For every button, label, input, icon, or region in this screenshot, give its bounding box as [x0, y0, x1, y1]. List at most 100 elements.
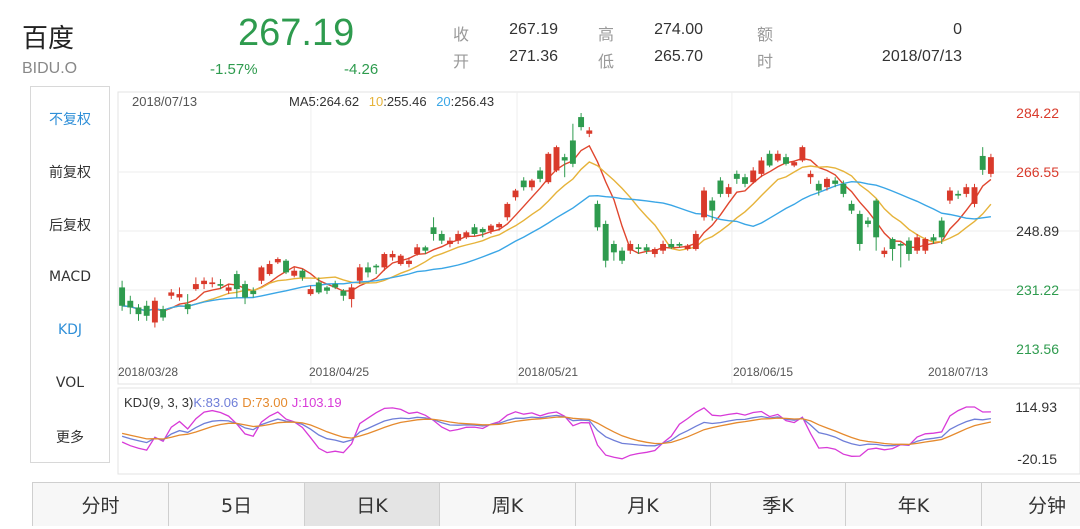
candle	[414, 243, 421, 256]
candle	[873, 198, 880, 251]
candle	[725, 183, 732, 198]
candle	[315, 277, 322, 295]
candle-body	[389, 254, 396, 258]
candle	[758, 157, 765, 178]
candle-body	[201, 280, 208, 285]
candle	[569, 123, 576, 168]
candle	[774, 150, 781, 163]
side-item-forward-adjust[interactable]: 前复权	[31, 162, 109, 182]
candle	[209, 277, 216, 288]
candle-body	[643, 247, 650, 251]
candle-body	[930, 237, 937, 241]
candle-body	[471, 227, 478, 234]
candle	[233, 270, 240, 298]
candle-body	[438, 233, 445, 241]
side-item-vol[interactable]: VOL	[31, 375, 109, 391]
candle-body	[660, 243, 667, 251]
candle	[979, 147, 986, 175]
side-item-kdj[interactable]: KDJ	[31, 322, 109, 338]
tab-5day[interactable]: 5日	[168, 483, 304, 526]
candle	[373, 264, 380, 275]
candle-body	[922, 238, 929, 251]
candle	[274, 257, 281, 265]
ma10-value: :255.46	[383, 94, 426, 109]
candle	[856, 210, 863, 251]
candle	[578, 113, 585, 131]
candle-body	[938, 220, 945, 238]
x-tick-label: 2018/04/25	[309, 365, 369, 379]
tab-weekly-k[interactable]: 周K	[439, 483, 575, 526]
y-tick-label: 284.22	[1016, 105, 1059, 121]
ma5-value: :264.62	[316, 94, 359, 109]
candle	[446, 237, 453, 248]
side-item-no-adjust[interactable]: 不复权	[31, 109, 109, 129]
candle-body	[750, 170, 757, 183]
candle-body	[824, 178, 830, 188]
candle-body	[848, 203, 855, 211]
candle	[365, 262, 371, 278]
candle	[610, 240, 617, 261]
side-item-more[interactable]: 更多	[31, 427, 109, 447]
candle	[520, 177, 527, 191]
candle-body	[856, 213, 863, 244]
candle-body	[709, 200, 716, 211]
candle-body	[865, 220, 871, 224]
side-item-backward-adjust[interactable]: 后复权	[31, 215, 109, 235]
candle-body	[307, 289, 314, 295]
ma-legend: MA5:264.62 10:255.46 20:256.43	[289, 94, 494, 109]
ma5-label: MA5	[289, 94, 316, 109]
y-tick-label: 266.55	[1016, 164, 1059, 180]
candle	[602, 220, 609, 268]
candle-body	[496, 223, 503, 228]
tab-monthly-k[interactable]: 月K	[575, 483, 710, 526]
candle	[766, 150, 773, 168]
candle	[168, 289, 175, 300]
y-tick-label: 231.22	[1016, 282, 1059, 298]
tab-intraday[interactable]: 分时	[32, 483, 168, 526]
candle-body	[217, 284, 224, 286]
candle-body	[446, 240, 453, 244]
tab-daily-k[interactable]: 日K	[304, 483, 439, 526]
candle-body	[119, 287, 126, 306]
candle-body	[487, 225, 494, 231]
tab-yearly-k[interactable]: 年K	[845, 483, 981, 526]
candle-body	[627, 243, 634, 251]
candle-body	[586, 130, 593, 134]
chart-date-label: 2018/07/13	[132, 94, 197, 109]
candle-body	[242, 284, 248, 298]
candle-body	[274, 259, 281, 263]
candle-body	[676, 243, 683, 246]
candle-body	[897, 243, 904, 246]
kline-chart[interactable]: 2018/07/13 MA5:264.62 10:255.46 20:256.4…	[0, 0, 1080, 482]
candle	[291, 267, 298, 278]
candle	[963, 183, 970, 198]
candle	[266, 260, 273, 276]
candle	[733, 170, 740, 184]
candle	[537, 167, 544, 183]
y-tick-label: 248.89	[1016, 223, 1059, 239]
chart-grid	[117, 91, 1080, 475]
x-tick-label: 2018/05/21	[518, 365, 578, 379]
candle-body	[512, 190, 519, 198]
candle-body	[258, 267, 265, 281]
candle	[553, 145, 560, 173]
tab-quarterly-k[interactable]: 季K	[710, 483, 845, 526]
candle-body	[479, 228, 486, 233]
side-item-macd[interactable]: MACD	[31, 269, 109, 285]
candle-body	[356, 267, 363, 281]
kdj-axis-ticks: 114.93 -20.15	[1015, 399, 1057, 467]
kdj-d-line	[121, 416, 992, 446]
candle-body	[397, 255, 404, 265]
candle	[586, 127, 593, 138]
tab-minute[interactable]: 分钟	[981, 483, 1080, 526]
candle-body	[528, 180, 535, 188]
candle	[242, 280, 248, 305]
candle-body	[840, 183, 847, 194]
candle-body	[299, 270, 306, 278]
candle	[397, 254, 404, 266]
y-tick-label: 213.56	[1016, 341, 1059, 357]
candle	[799, 145, 806, 163]
candle-body	[725, 187, 732, 194]
candle	[479, 227, 486, 238]
candle	[143, 300, 150, 321]
